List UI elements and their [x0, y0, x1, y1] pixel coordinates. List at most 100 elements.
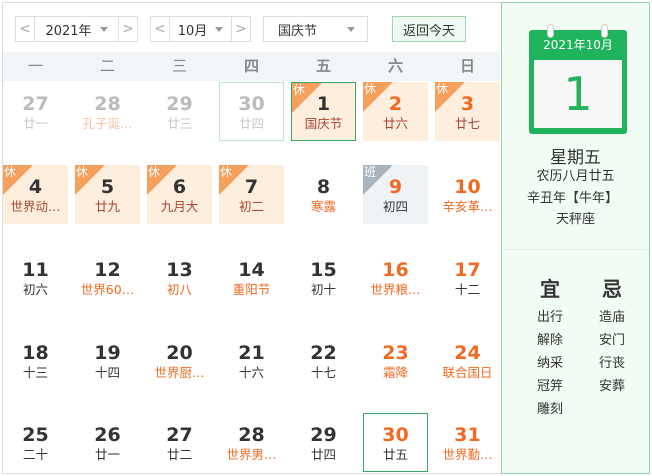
- lunar-label: 国庆节: [304, 116, 343, 131]
- rest-tag: 休: [76, 165, 89, 179]
- yi-item: 冠笄: [536, 379, 563, 394]
- lunar-label: 初十: [310, 282, 336, 297]
- lunar-label: 十三: [22, 365, 48, 380]
- day-cell[interactable]: 休 5 廿九: [75, 165, 140, 224]
- divider: [504, 249, 649, 250]
- lunar-label: 廿四: [238, 116, 264, 131]
- ji-list: 忌造庙 安门 行丧 安葬: [587, 273, 637, 398]
- day-cell[interactable]: 16 世界粮…: [363, 248, 428, 307]
- day-number: 28: [94, 93, 121, 115]
- day-number: 28: [238, 424, 265, 446]
- chevron-down-icon[interactable]: [215, 26, 224, 32]
- day-cell[interactable]: 班 9 初四: [363, 165, 428, 224]
- day-cell[interactable]: 30 廿四: [219, 82, 284, 141]
- lunar-label: 初六: [22, 282, 48, 297]
- day-cell[interactable]: 休 1 国庆节: [291, 82, 356, 141]
- chevron-down-icon[interactable]: [99, 26, 108, 32]
- day-cell[interactable]: 28 孔子诞…: [75, 82, 140, 141]
- ji-item: 安葬: [598, 379, 625, 394]
- back-to-today-button[interactable]: 返回今天: [392, 16, 466, 42]
- day-cell[interactable]: 20 世界厨…: [147, 331, 212, 390]
- lunar-label: 孔子诞…: [82, 116, 133, 131]
- day-number: 30: [238, 93, 265, 115]
- day-cell[interactable]: 17 十二: [435, 248, 500, 307]
- weekday-label: 一: [27, 57, 43, 75]
- ji-item: 安门: [598, 333, 625, 348]
- day-cell[interactable]: 25 二十: [3, 413, 68, 472]
- lunar-label: 廿一: [94, 447, 120, 462]
- weekday-label: 日: [459, 57, 475, 75]
- day-cell[interactable]: 14 重阳节: [219, 248, 284, 307]
- weekday-label: 四: [243, 57, 259, 75]
- lunar-label: 廿二: [166, 447, 192, 462]
- day-cell[interactable]: 24 联合国日: [435, 331, 500, 390]
- rest-tag: 休: [220, 165, 233, 179]
- day-cell[interactable]: 29 廿四: [291, 413, 356, 472]
- day-cell[interactable]: 22 十七: [291, 331, 356, 390]
- day-cell[interactable]: 21 十六: [219, 331, 284, 390]
- prev-month-button[interactable]: <: [151, 17, 170, 41]
- lunar-label: 寒露: [310, 199, 336, 214]
- yi-item: 解除: [536, 333, 563, 348]
- day-cell[interactable]: 28 世界男…: [219, 413, 284, 472]
- yi-item: 雕刻: [536, 402, 563, 417]
- day-cell[interactable]: 19 十四: [75, 331, 140, 390]
- day-cell[interactable]: 18 十三: [3, 331, 68, 390]
- lunar-label: 廿九: [94, 199, 120, 214]
- weekday-label: 三: [171, 57, 187, 75]
- day-number: 21: [238, 342, 265, 364]
- day-number: 10: [454, 176, 481, 198]
- day-cell[interactable]: 29 廿三: [147, 82, 212, 141]
- day-number: 13: [166, 259, 193, 281]
- day-cell[interactable]: 15 初十: [291, 248, 356, 307]
- rest-tag: 休: [293, 83, 306, 97]
- day-cell[interactable]: 休 4 世界动…: [3, 165, 68, 224]
- day-cell[interactable]: 30 廿五: [363, 413, 428, 472]
- day-cell[interactable]: 23 霜降: [363, 331, 428, 390]
- day-cell[interactable]: 10 辛亥革…: [435, 165, 500, 224]
- lunar-label: 廿三: [166, 116, 192, 131]
- day-number: 22: [310, 342, 337, 364]
- yi-item: 纳采: [536, 356, 563, 371]
- day-cell[interactable]: 31 世界勤…: [435, 413, 500, 472]
- lunar-label: 初四: [382, 199, 408, 214]
- holiday-select[interactable]: 国庆节: [263, 16, 368, 42]
- holiday-value[interactable]: 国庆节: [278, 20, 317, 39]
- ji-item: 造庙: [598, 310, 625, 325]
- day-number: 27: [166, 424, 193, 446]
- day-cell[interactable]: 休 7 初二: [219, 165, 284, 224]
- month-value[interactable]: 10月: [178, 20, 208, 39]
- detail-lunar: 农历八月廿五: [536, 169, 615, 184]
- lunar-label: 世界动…: [10, 199, 61, 214]
- lunar-label: 廿五: [382, 447, 408, 462]
- month-selector[interactable]: < 10月 >: [150, 16, 251, 42]
- lunar-label: 十六: [238, 365, 264, 380]
- ji-item: 行丧: [598, 356, 625, 371]
- day-cell[interactable]: 休 3 廿七: [435, 82, 500, 141]
- next-year-button[interactable]: >: [118, 17, 137, 41]
- day-cell[interactable]: 休 6 九月大: [147, 165, 212, 224]
- day-cell[interactable]: 11 初六: [3, 248, 68, 307]
- day-number: 19: [94, 342, 121, 364]
- day-cell[interactable]: 27 廿二: [147, 413, 212, 472]
- year-selector[interactable]: < 2021年 >: [15, 16, 138, 42]
- day-cell[interactable]: 26 廿一: [75, 413, 140, 472]
- rest-tag: 休: [148, 165, 161, 179]
- day-cell[interactable]: 休 2 廿六: [363, 82, 428, 141]
- yi-title: 宜: [540, 277, 560, 301]
- day-cell[interactable]: 8 寒露: [291, 165, 356, 224]
- lunar-label: 初二: [238, 199, 264, 214]
- day-cell[interactable]: 27 廿一: [3, 82, 68, 141]
- day-number: 23: [382, 342, 409, 364]
- chevron-down-icon[interactable]: [347, 26, 355, 32]
- year-value[interactable]: 2021年: [45, 20, 91, 39]
- day-number: 17: [454, 259, 481, 281]
- day-cell[interactable]: 13 初八: [147, 248, 212, 307]
- day-number: 18: [22, 342, 49, 364]
- lunar-label: 廿一: [22, 116, 48, 131]
- next-month-button[interactable]: >: [231, 17, 250, 41]
- day-number: 27: [22, 93, 49, 115]
- prev-year-button[interactable]: <: [16, 17, 35, 41]
- lunar-label: 世界勤…: [442, 447, 493, 462]
- day-cell[interactable]: 12 世界60…: [75, 248, 140, 307]
